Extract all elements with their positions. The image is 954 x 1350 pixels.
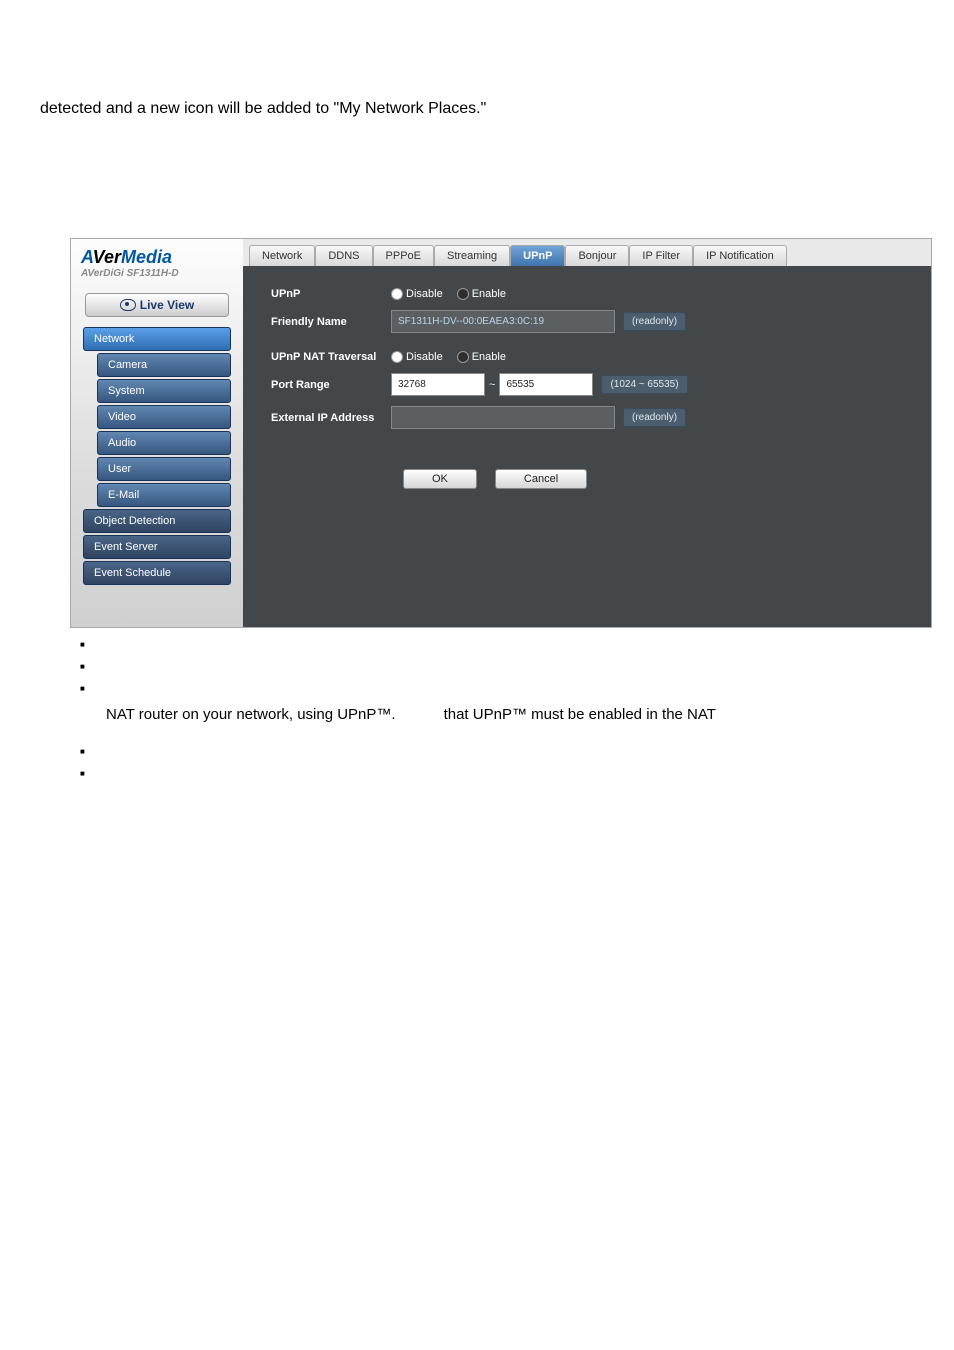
sidebar-item-audio[interactable]: Audio — [97, 431, 231, 455]
ext-ip-label: External IP Address — [271, 412, 391, 424]
bullet-item — [80, 765, 914, 783]
logo-ver: Ver — [93, 247, 121, 267]
ext-ip-readonly: (readonly) — [623, 408, 686, 427]
tab-ddns[interactable]: DDNS — [315, 245, 372, 266]
nat-disable-text: Disable — [406, 351, 443, 363]
sidebar-item-network[interactable]: Network — [83, 327, 231, 351]
sidebar: AVerMedia AVerDiGi SF1311H-D Live View N… — [71, 239, 243, 627]
bullet-list-2 — [80, 743, 914, 783]
sidebar-item-e-mail[interactable]: E-Mail — [97, 483, 231, 507]
port-range-label: Port Range — [271, 379, 391, 391]
intro-text: detected and a new icon will be added to… — [40, 100, 914, 118]
tab-network[interactable]: Network — [249, 245, 315, 266]
port-dash: ~ — [489, 379, 495, 391]
upnp-enable-radio[interactable]: Enable — [457, 288, 506, 300]
bullet-item — [80, 658, 914, 676]
below-text-1: NAT router on your network, using UPnP™. — [106, 706, 396, 723]
tab-ip-filter[interactable]: IP Filter — [629, 245, 693, 266]
sidebar-item-camera[interactable]: Camera — [97, 353, 231, 377]
upnp-disable-radio[interactable]: Disable — [391, 288, 443, 300]
ext-ip-input[interactable] — [391, 406, 615, 429]
bullet-item — [80, 680, 914, 698]
cancel-button[interactable]: Cancel — [495, 469, 587, 489]
logo-m: Media — [121, 247, 172, 267]
tab-upnp[interactable]: UPnP — [510, 245, 565, 266]
sidebar-item-event-server[interactable]: Event Server — [83, 535, 231, 559]
bullet-item — [80, 743, 914, 761]
port-to-input[interactable] — [499, 373, 593, 396]
bullet-list-1 — [80, 636, 914, 698]
tabs: NetworkDDNSPPPoEStreamingUPnPBonjourIP F… — [243, 239, 931, 266]
sidebar-item-user[interactable]: User — [97, 457, 231, 481]
upnp-label: UPnP — [271, 288, 391, 300]
port-from-input[interactable] — [391, 373, 485, 396]
nat-enable-text: Enable — [472, 351, 506, 363]
sidebar-item-event-schedule[interactable]: Event Schedule — [83, 561, 231, 585]
tab-ip-notification[interactable]: IP Notification — [693, 245, 787, 266]
tab-streaming[interactable]: Streaming — [434, 245, 510, 266]
sidebar-item-video[interactable]: Video — [97, 405, 231, 429]
below-text-2: that UPnP™ must be enabled in the NAT — [444, 706, 716, 723]
logo-sub: AVerDiGi SF1311H-D — [81, 268, 233, 279]
logo-a: A — [81, 247, 93, 267]
live-view-label: Live View — [140, 298, 194, 312]
nat-label: UPnP NAT Traversal — [271, 351, 391, 363]
friendly-name-input[interactable] — [391, 310, 615, 333]
upnp-disable-text: Disable — [406, 288, 443, 300]
live-view-button[interactable]: Live View — [85, 293, 229, 317]
port-hint: (1024 ~ 65535) — [601, 375, 687, 394]
friendly-name-label: Friendly Name — [271, 316, 391, 328]
nat-enable-radio[interactable]: Enable — [457, 351, 506, 363]
sidebar-item-system[interactable]: System — [97, 379, 231, 403]
logo: AVerMedia AVerDiGi SF1311H-D — [77, 245, 237, 281]
upnp-enable-text: Enable — [472, 288, 506, 300]
friendly-name-readonly: (readonly) — [623, 312, 686, 331]
tab-pppoe[interactable]: PPPoE — [373, 245, 434, 266]
main-panel: NetworkDDNSPPPoEStreamingUPnPBonjourIP F… — [243, 239, 931, 627]
eye-icon — [120, 299, 136, 311]
app-window: AVerMedia AVerDiGi SF1311H-D Live View N… — [70, 238, 932, 628]
form-area: UPnP Disable Enable Friendly Name (reado… — [243, 266, 931, 449]
bullet-item — [80, 636, 914, 654]
sidebar-item-object-detection[interactable]: Object Detection — [83, 509, 231, 533]
below-text-row: NAT router on your network, using UPnP™.… — [106, 706, 914, 723]
ok-button[interactable]: OK — [403, 469, 477, 489]
tab-bonjour[interactable]: Bonjour — [565, 245, 629, 266]
nat-disable-radio[interactable]: Disable — [391, 351, 443, 363]
